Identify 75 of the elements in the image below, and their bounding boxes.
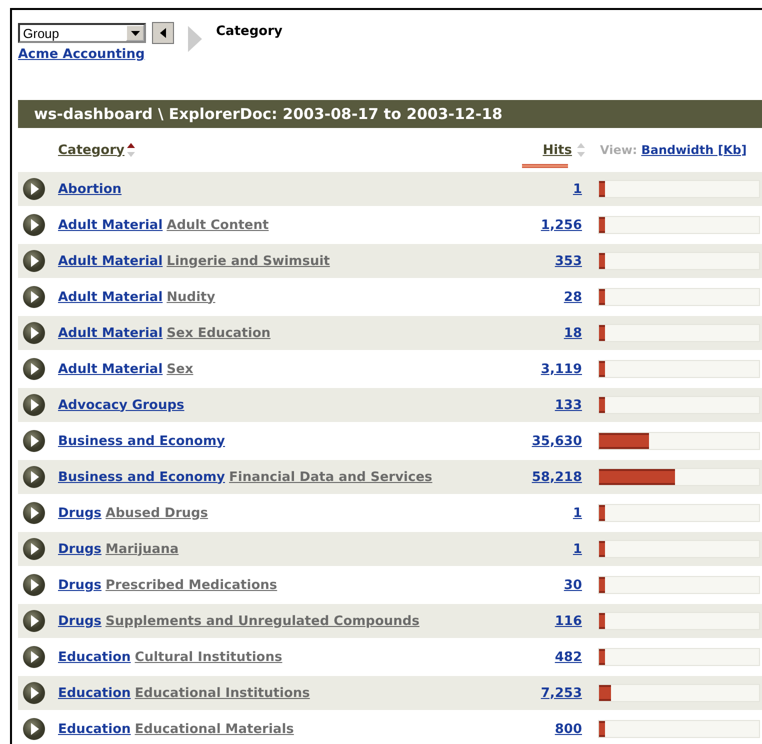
sort-arrows-icon[interactable]: [126, 142, 136, 158]
group-select[interactable]: Group: [18, 23, 146, 43]
subcategory-link[interactable]: Supplements and Unregulated Compounds: [106, 614, 420, 628]
play-icon[interactable]: [22, 465, 46, 489]
report-title: ws-dashboard \ ExplorerDoc: 2003-08-17 to 2003-12-18: [18, 100, 762, 128]
category-link[interactable]: Education: [58, 650, 131, 664]
hits-link[interactable]: 800: [554, 722, 582, 736]
hits-link[interactable]: 482: [554, 650, 582, 664]
view-link[interactable]: Bandwidth [Kb]: [641, 143, 747, 157]
hits-link[interactable]: 1,256: [540, 218, 582, 232]
back-arrow-icon: [160, 28, 166, 38]
play-icon[interactable]: [22, 249, 46, 273]
account-link[interactable]: Acme Accounting: [18, 47, 174, 62]
category-link[interactable]: Advocacy Groups: [58, 398, 184, 412]
category-link[interactable]: Adult Material: [58, 362, 163, 376]
hits-link[interactable]: 116: [554, 614, 582, 628]
subcategory-link[interactable]: Financial Data and Services: [229, 470, 432, 484]
play-icon[interactable]: [22, 681, 46, 705]
category-link[interactable]: Education: [58, 722, 131, 736]
hits-link[interactable]: 58,218: [532, 470, 582, 484]
subcategory-link[interactable]: Prescribed Medications: [106, 578, 278, 592]
subcategory-link[interactable]: Sex Education: [166, 326, 271, 340]
category-link[interactable]: Drugs: [58, 506, 102, 520]
category-link[interactable]: Adult Material: [58, 254, 163, 268]
category-link[interactable]: Adult Material: [58, 218, 163, 232]
hits-link[interactable]: 7,253: [540, 686, 582, 700]
hits-link[interactable]: 1: [572, 182, 582, 196]
hits-link[interactable]: 1: [572, 506, 582, 520]
subcategory-link[interactable]: Educational Institutions: [134, 686, 310, 700]
play-icon[interactable]: [22, 573, 46, 597]
subcategory-link[interactable]: Cultural Institutions: [134, 650, 282, 664]
play-icon[interactable]: [22, 609, 46, 633]
category-link[interactable]: Education: [58, 686, 131, 700]
category-link[interactable]: Adult Material: [58, 290, 163, 304]
play-icon[interactable]: [22, 177, 46, 201]
play-icon[interactable]: [22, 717, 46, 741]
hits-link[interactable]: 3,119: [540, 362, 582, 376]
category-link[interactable]: Drugs: [58, 578, 102, 592]
category-link[interactable]: Business and Economy: [58, 470, 226, 484]
subcategory-link[interactable]: Sex: [166, 362, 194, 376]
breadcrumb-arrow-icon: [188, 26, 202, 52]
subcategory-link[interactable]: Nudity: [166, 290, 216, 304]
view-label: View:: [600, 143, 638, 157]
hits-link[interactable]: 30: [564, 578, 582, 592]
play-icon[interactable]: [22, 213, 46, 237]
play-icon[interactable]: [22, 429, 46, 453]
subcategory-link[interactable]: Marijuana: [106, 542, 179, 556]
hits-link[interactable]: 353: [554, 254, 582, 268]
category-column-header[interactable]: Category: [58, 142, 124, 158]
play-icon[interactable]: [22, 321, 46, 345]
subcategory-link[interactable]: Lingerie and Swimsuit: [166, 254, 330, 268]
breadcrumb-label: Category: [216, 24, 282, 39]
play-icon[interactable]: [22, 357, 46, 381]
subcategory-link[interactable]: Educational Materials: [134, 722, 294, 736]
category-link[interactable]: Abortion: [58, 182, 122, 196]
hits-link[interactable]: 35,630: [532, 434, 582, 448]
play-icon[interactable]: [22, 501, 46, 525]
play-icon[interactable]: [22, 537, 46, 561]
play-icon[interactable]: [22, 285, 46, 309]
hits-link[interactable]: 18: [564, 326, 582, 340]
category-link[interactable]: Business and Economy: [58, 434, 226, 448]
hits-column-header[interactable]: Hits: [542, 142, 572, 158]
play-icon[interactable]: [22, 393, 46, 417]
hits-link[interactable]: 133: [554, 398, 582, 412]
hits-link[interactable]: 1: [572, 542, 582, 556]
hits-link[interactable]: 28: [564, 290, 582, 304]
category-link[interactable]: Drugs: [58, 614, 102, 628]
category-link[interactable]: Drugs: [58, 542, 102, 556]
subcategory-link[interactable]: Adult Content: [166, 218, 269, 232]
play-icon[interactable]: [22, 645, 46, 669]
subcategory-link[interactable]: Abused Drugs: [106, 506, 208, 520]
back-button[interactable]: [152, 22, 174, 44]
category-link[interactable]: Adult Material: [58, 326, 163, 340]
dropdown-arrow-icon: [130, 30, 140, 36]
sort-underline: [522, 164, 568, 168]
